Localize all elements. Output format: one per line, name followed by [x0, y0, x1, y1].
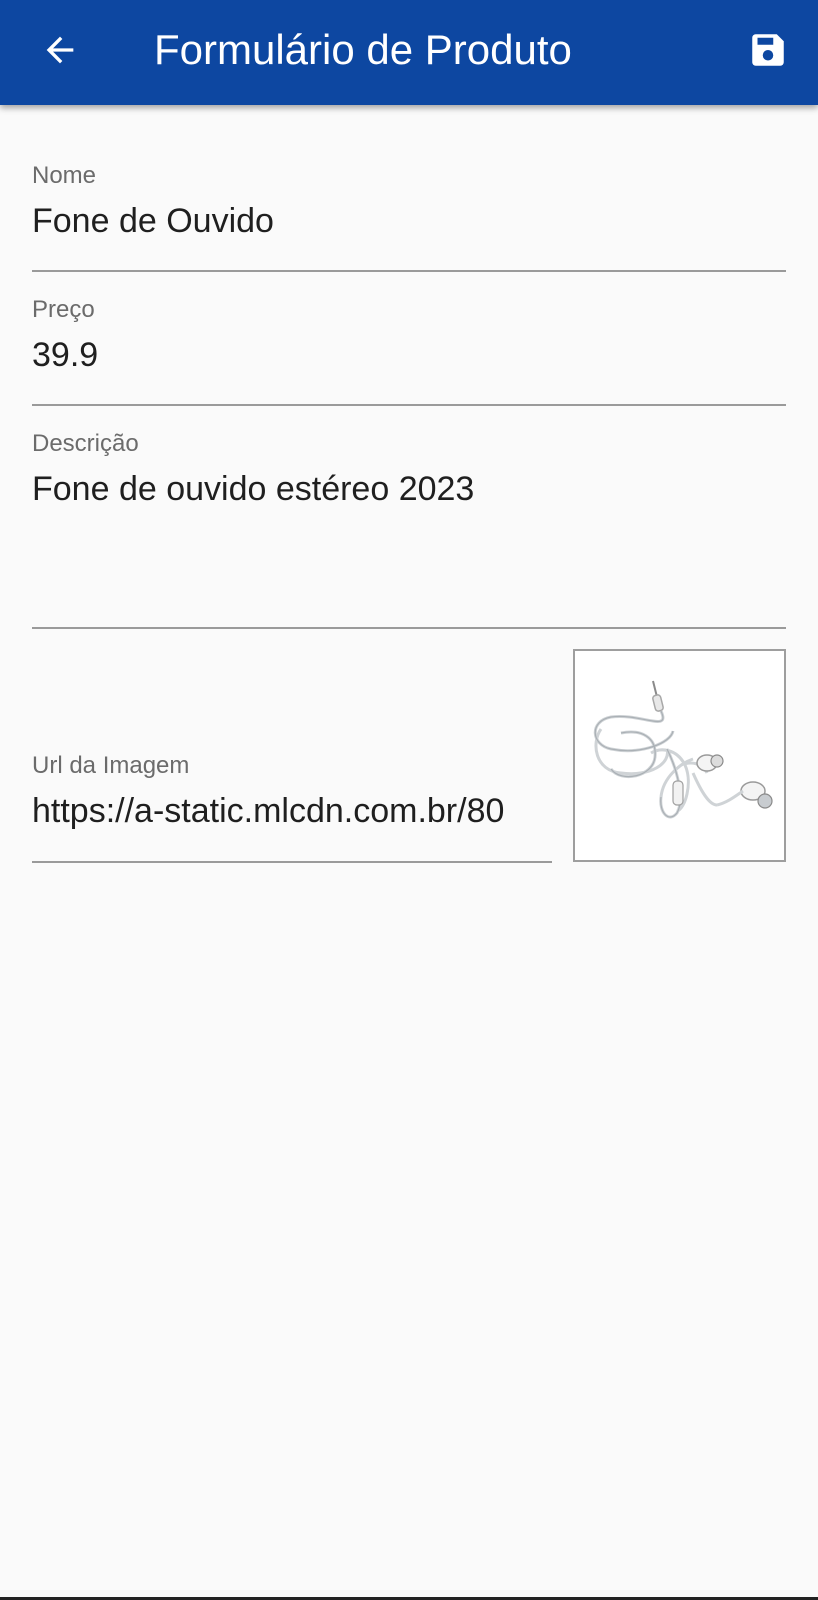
name-value[interactable]: Fone de Ouvido	[32, 202, 786, 241]
image-url-label: Url da Imagem	[32, 752, 190, 779]
image-url-underline	[32, 861, 552, 863]
image-preview	[573, 649, 786, 862]
save-button[interactable]	[742, 24, 794, 76]
floppy-disk-icon	[752, 34, 784, 66]
description-field[interactable]: Descrição Fone de ouvido estéreo 2023	[32, 428, 786, 632]
price-label: Preço	[32, 296, 95, 323]
name-field[interactable]: Nome Fone de Ouvido	[32, 160, 786, 274]
price-underline	[32, 404, 786, 406]
name-label: Nome	[32, 162, 97, 189]
name-underline	[32, 270, 786, 272]
earphones-illustration	[593, 680, 773, 819]
price-value[interactable]: 39.9	[32, 336, 786, 375]
page-title: Formulário de Produto	[154, 26, 572, 73]
description-value[interactable]: Fone de ouvido estéreo 2023	[32, 470, 786, 509]
earphones-image	[581, 673, 779, 837]
price-field[interactable]: Preço 39.9	[32, 294, 786, 408]
arrow-left-icon	[46, 36, 74, 64]
image-url-field[interactable]: Url da Imagem https://a-static.mlcdn.com…	[32, 750, 552, 866]
description-label: Descrição	[32, 430, 139, 457]
back-button[interactable]	[36, 26, 84, 74]
image-url-value[interactable]: https://a-static.mlcdn.com.br/80	[32, 792, 552, 831]
app-bar: Formulário de Produto	[0, 0, 818, 105]
description-underline	[32, 627, 786, 629]
